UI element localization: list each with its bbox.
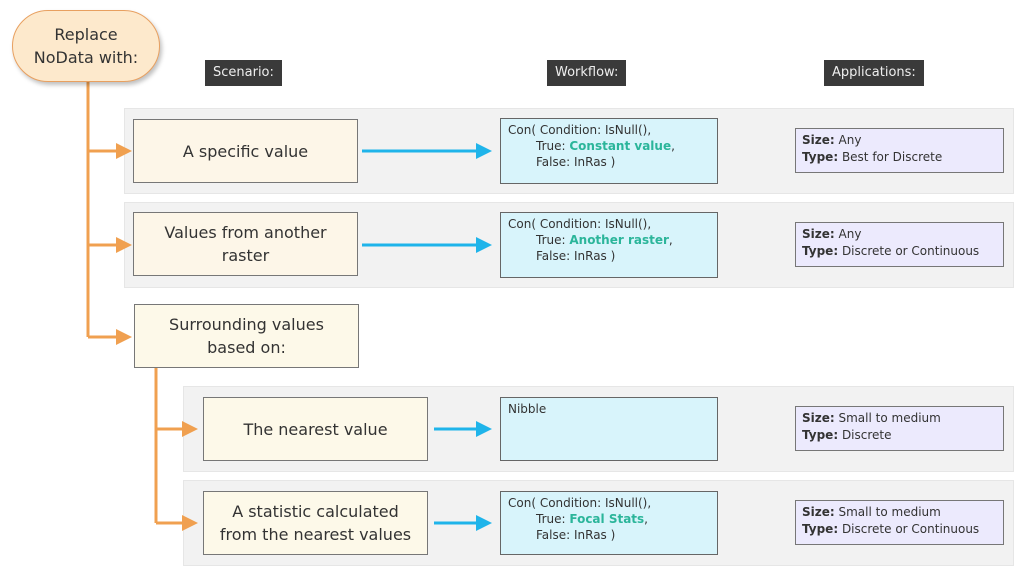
orange-arrowhead-4	[182, 421, 198, 437]
app-size: Size: Small to medium	[802, 410, 997, 427]
app-size: Size: Any	[802, 132, 997, 149]
workflow-line2: True: Focal Stats,	[508, 511, 710, 527]
app-size: Size: Small to medium	[802, 504, 997, 521]
scenario-box-statistic: A statistic calculated from the nearest …	[203, 491, 428, 555]
workflow-box-constant-value: Con( Condition: IsNull(), True: Constant…	[500, 118, 718, 184]
type-value: Discrete or Continuous	[838, 244, 980, 258]
type-value: Best for Discrete	[838, 150, 943, 164]
scenario-label: A specific value	[182, 141, 309, 161]
size-label: Size:	[802, 411, 835, 425]
size-value: Small to medium	[834, 505, 941, 519]
header-workflow: Workflow:	[547, 60, 627, 86]
scenario-line2: based on:	[207, 338, 286, 357]
size-label: Size:	[802, 227, 835, 241]
orange-arrowhead-5	[182, 515, 198, 531]
workflow-line3: False: InRas )	[536, 249, 616, 263]
header-scenario: Scenario:	[205, 60, 282, 86]
applications-box-2: Size: Any Type: Discrete or Continuous	[795, 222, 1004, 267]
size-label: Size:	[802, 133, 835, 147]
true-suffix: ,	[671, 139, 675, 153]
true-value-highlight: Another raster	[569, 233, 669, 247]
type-label: Type:	[802, 522, 839, 536]
type-label: Type:	[802, 244, 839, 258]
scenario-line2: from the nearest values	[219, 525, 412, 544]
size-value: Small to medium	[834, 411, 941, 425]
type-label: Type:	[802, 150, 839, 164]
scenario-line2: raster	[221, 246, 270, 265]
true-suffix: ,	[668, 233, 673, 247]
true-suffix: ,	[644, 512, 648, 526]
scenario-box-specific-value: A specific value	[133, 119, 358, 183]
scenario-box-surrounding-values: Surrounding values based on:	[134, 304, 359, 368]
applications-box-1: Size: Any Type: Best for Discrete	[795, 128, 1004, 173]
size-value: Any	[834, 227, 862, 241]
scenario-box-nearest-value: The nearest value	[203, 397, 428, 461]
blue-arrowhead-5	[476, 515, 492, 531]
true-prefix: True:	[536, 512, 570, 526]
orange-arrowhead-2	[116, 237, 132, 253]
workflow-box-nibble: Nibble	[500, 397, 718, 461]
start-node-replace-nodata: Replace NoData with:	[12, 10, 160, 82]
workflow-line1: Con( Condition: IsNull(),	[508, 217, 652, 231]
type-label: Type:	[802, 428, 839, 442]
true-prefix: True:	[536, 139, 570, 153]
workflow-box-focal-stats: Con( Condition: IsNull(), True: Focal St…	[500, 491, 718, 555]
size-value: Any	[834, 133, 862, 147]
app-type: Type: Discrete or Continuous	[802, 243, 997, 260]
scenario-line1: A statistic calculated	[232, 502, 399, 521]
orange-arrowhead-3	[116, 329, 132, 345]
app-type: Type: Best for Discrete	[802, 149, 997, 166]
header-applications: Applications:	[824, 60, 924, 86]
workflow-line3: False: InRas )	[536, 155, 616, 169]
scenario-box-another-raster: Values from another raster	[133, 212, 358, 276]
type-value: Discrete or Continuous	[838, 522, 980, 536]
app-type: Type: Discrete	[802, 427, 997, 444]
scenario-label: The nearest value	[243, 419, 388, 439]
workflow-line3: False: InRas )	[536, 528, 616, 542]
true-value-highlight: Constant value	[569, 139, 672, 153]
workflow-line1: Nibble	[508, 402, 547, 416]
workflow-box-another-raster: Con( Condition: IsNull(), True: Another …	[500, 212, 718, 278]
app-type: Type: Discrete or Continuous	[802, 521, 997, 538]
size-label: Size:	[802, 505, 835, 519]
workflow-line1: Con( Condition: IsNull(),	[508, 123, 652, 137]
workflow-line2: True: Constant value,	[508, 138, 710, 154]
blue-arrowhead-2	[476, 237, 492, 253]
applications-box-5: Size: Small to medium Type: Discrete or …	[795, 500, 1004, 545]
blue-arrowhead-4	[476, 421, 492, 437]
true-value-highlight: Focal Stats	[569, 512, 645, 526]
applications-box-4: Size: Small to medium Type: Discrete	[795, 406, 1004, 451]
scenario-line1: Surrounding values	[169, 315, 324, 334]
blue-arrowhead-1	[476, 143, 492, 159]
connector-lines	[86, 82, 492, 531]
start-node-line2: NoData with:	[33, 48, 139, 67]
orange-arrowhead-1	[116, 143, 132, 159]
true-prefix: True:	[536, 233, 570, 247]
type-value: Discrete	[838, 428, 892, 442]
workflow-line1: Con( Condition: IsNull(),	[508, 496, 652, 510]
workflow-line2: True: Another raster,	[508, 232, 710, 248]
start-node-line1: Replace	[54, 25, 118, 44]
app-size: Size: Any	[802, 226, 997, 243]
scenario-line1: Values from another	[164, 223, 327, 242]
